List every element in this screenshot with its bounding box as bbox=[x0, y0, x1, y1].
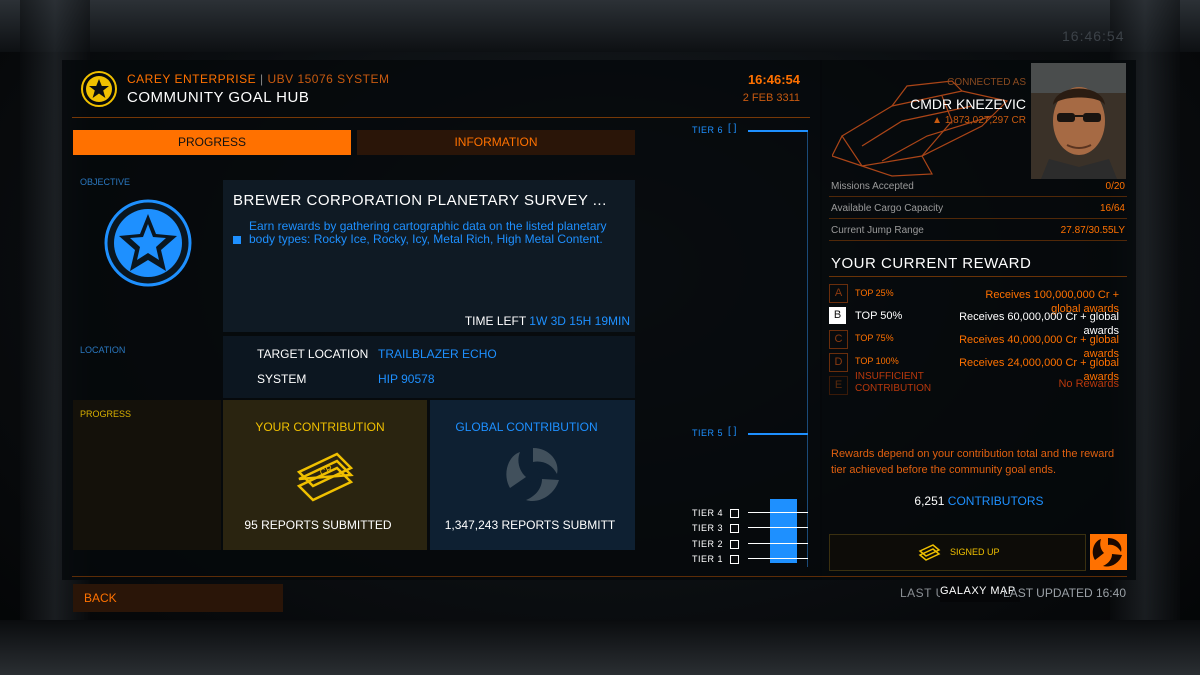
station-line: CAREY ENTERPRISE | UBV 15076 SYSTEM bbox=[127, 72, 390, 86]
reward-tier-e-text: No Rewards bbox=[1058, 378, 1119, 390]
objective-description: Earn rewards by gathering cartographic d… bbox=[249, 219, 607, 246]
stat-missions-value: 0/20 bbox=[1105, 181, 1125, 192]
last-updated: LAST UPDATED 16:40 bbox=[1003, 586, 1126, 600]
location-card bbox=[223, 336, 635, 398]
community-goal-icon-button[interactable] bbox=[1090, 534, 1127, 570]
credits-icon: ▲ bbox=[932, 115, 943, 126]
stat-cargo-value: 16/64 bbox=[1099, 203, 1125, 214]
stat-row-missions: Missions Accepted 0/20 bbox=[829, 176, 1127, 197]
tier-4-line bbox=[748, 512, 808, 513]
tier-3-label: TIER 3 bbox=[692, 523, 724, 533]
credits-stack-icon: CR bbox=[293, 446, 357, 506]
reward-tier-d-pct: TOP 100% bbox=[855, 356, 899, 366]
reward-tier-b-letter: B bbox=[829, 307, 846, 324]
community-swirl-icon bbox=[502, 444, 564, 506]
reward-tier-b-pct: TOP 50% bbox=[855, 310, 903, 322]
corner-clock: 16:46:54 bbox=[1062, 28, 1125, 44]
stat-row-cargo: Available Cargo Capacity 16/64 bbox=[829, 198, 1127, 219]
objective-icon bbox=[103, 198, 193, 288]
tier-6-label: TIER 6 bbox=[692, 125, 724, 135]
back-label: BACK bbox=[84, 591, 117, 605]
reward-tier-d-letter: D bbox=[829, 353, 848, 372]
reward-title-divider bbox=[829, 276, 1127, 277]
last-updated-ghost: LAST U bbox=[900, 586, 945, 600]
time-left-label: TIME LEFT bbox=[464, 314, 526, 328]
tier-1-label: TIER 1 bbox=[692, 554, 724, 564]
your-contribution-value: 95 REPORTS SUBMITTED bbox=[244, 518, 392, 532]
tier-meter: TIER 6 [ ] TIER 5 [ ] TIER 4 TIER 3 TIER… bbox=[690, 120, 815, 570]
stat-row-jump: Current Jump Range 27.87/30.55LY bbox=[829, 220, 1127, 241]
tab-information-label: INFORMATION bbox=[454, 135, 538, 149]
header-time: 16:46:54 bbox=[747, 72, 800, 87]
reward-tier-c-pct: TOP 75% bbox=[855, 333, 894, 343]
contributors-count: 6,251 bbox=[914, 494, 945, 508]
tier-5-marker: [ ] bbox=[728, 426, 737, 437]
system-value: HIP 90578 bbox=[378, 372, 435, 386]
objective-label: OBJECTIVE bbox=[80, 177, 131, 187]
tier-4-checkbox bbox=[730, 509, 739, 518]
station-name: CAREY ENTERPRISE bbox=[127, 72, 257, 86]
tier-6-marker: [ ] bbox=[728, 123, 737, 134]
reward-tier-e-letter: E bbox=[829, 376, 848, 395]
tier-5-label: TIER 5 bbox=[692, 428, 724, 438]
time-left-value: 1W 3D 15H 19MIN bbox=[529, 314, 630, 328]
signed-up-button[interactable]: SIGNED UP bbox=[829, 534, 1086, 571]
tier-progress-bar bbox=[770, 499, 797, 563]
signed-up-icon bbox=[918, 543, 942, 561]
tier-1-checkbox bbox=[730, 555, 739, 564]
contributors: 6,251 CONTRIBUTORS bbox=[829, 494, 1129, 508]
location-label: LOCATION bbox=[80, 345, 126, 355]
stat-cargo-label: Available Cargo Capacity bbox=[831, 203, 944, 214]
objective-bullet-icon bbox=[233, 236, 241, 244]
page-title: COMMUNITY GOAL HUB bbox=[127, 89, 310, 106]
reward-list: A TOP 25% Receives 100,000,000 Cr + glob… bbox=[829, 284, 1127, 396]
global-contribution-label: GLOBAL CONTRIBUTION bbox=[455, 420, 598, 434]
reward-tier-a-letter: A bbox=[829, 284, 848, 303]
contributors-label: CONTRIBUTORS bbox=[947, 494, 1044, 508]
target-location-value: TRAILBLAZER ECHO bbox=[378, 347, 497, 361]
progress-label: PROGRESS bbox=[80, 409, 132, 419]
reward-tier-c-letter: C bbox=[829, 330, 848, 349]
tier-1-line bbox=[748, 558, 808, 559]
tier-6-line bbox=[748, 130, 808, 132]
time-left: TIME LEFT 1W 3D 15H 19MIN bbox=[430, 314, 630, 328]
target-location-label: TARGET LOCATION bbox=[257, 347, 369, 361]
footer-divider bbox=[72, 576, 1127, 577]
reward-title: YOUR CURRENT REWARD bbox=[831, 255, 1032, 272]
your-contribution-label: YOUR CONTRIBUTION bbox=[255, 420, 385, 434]
station-logo bbox=[80, 70, 118, 108]
connected-as-label: CONNECTED AS bbox=[947, 77, 1026, 88]
back-button[interactable]: BACK bbox=[73, 584, 283, 612]
tier-axis bbox=[807, 132, 808, 567]
header-divider bbox=[72, 117, 810, 118]
tier-3-line bbox=[748, 527, 808, 528]
credits-row: ▲ 1,873,027,297 CR bbox=[880, 115, 1026, 126]
progress-section bbox=[73, 400, 221, 550]
objective-title: BREWER CORPORATION PLANETARY SURVEY ... bbox=[233, 192, 607, 209]
tier-4-label: TIER 4 bbox=[692, 508, 724, 518]
tab-progress-label: PROGRESS bbox=[177, 135, 246, 149]
reward-note: Rewards depend on your contribution tota… bbox=[831, 448, 1115, 476]
global-contribution-value: 1,347,243 REPORTS SUBMITT bbox=[444, 518, 616, 532]
tier-2-label: TIER 2 bbox=[692, 539, 724, 549]
header-date: 2 FEB 3311 bbox=[742, 92, 800, 104]
system-name: UBV 15076 SYSTEM bbox=[267, 72, 390, 86]
reward-tier-e-pct: INSUFFICIENT CONTRIBUTION bbox=[855, 371, 932, 394]
tab-progress[interactable]: PROGRESS bbox=[73, 130, 351, 155]
system-label: SYSTEM bbox=[257, 372, 307, 386]
tier-2-line bbox=[748, 543, 808, 544]
commander-name: CMDR KNEZEVIC bbox=[910, 96, 1026, 112]
stat-missions-label: Missions Accepted bbox=[831, 181, 914, 192]
tier-5-line bbox=[748, 433, 808, 435]
tier-3-checkbox bbox=[730, 524, 739, 533]
signed-up-label: SIGNED UP bbox=[950, 547, 1000, 557]
reward-tier-a-pct: TOP 25% bbox=[855, 288, 894, 298]
credits-value: 1,873,027,297 CR bbox=[944, 115, 1026, 126]
tier-2-checkbox bbox=[730, 540, 739, 549]
commander-portrait[interactable] bbox=[1031, 63, 1126, 179]
tab-information[interactable]: INFORMATION bbox=[357, 130, 635, 155]
stat-jump-value: 27.87/30.55LY bbox=[1060, 225, 1125, 236]
stat-jump-label: Current Jump Range bbox=[831, 225, 924, 236]
